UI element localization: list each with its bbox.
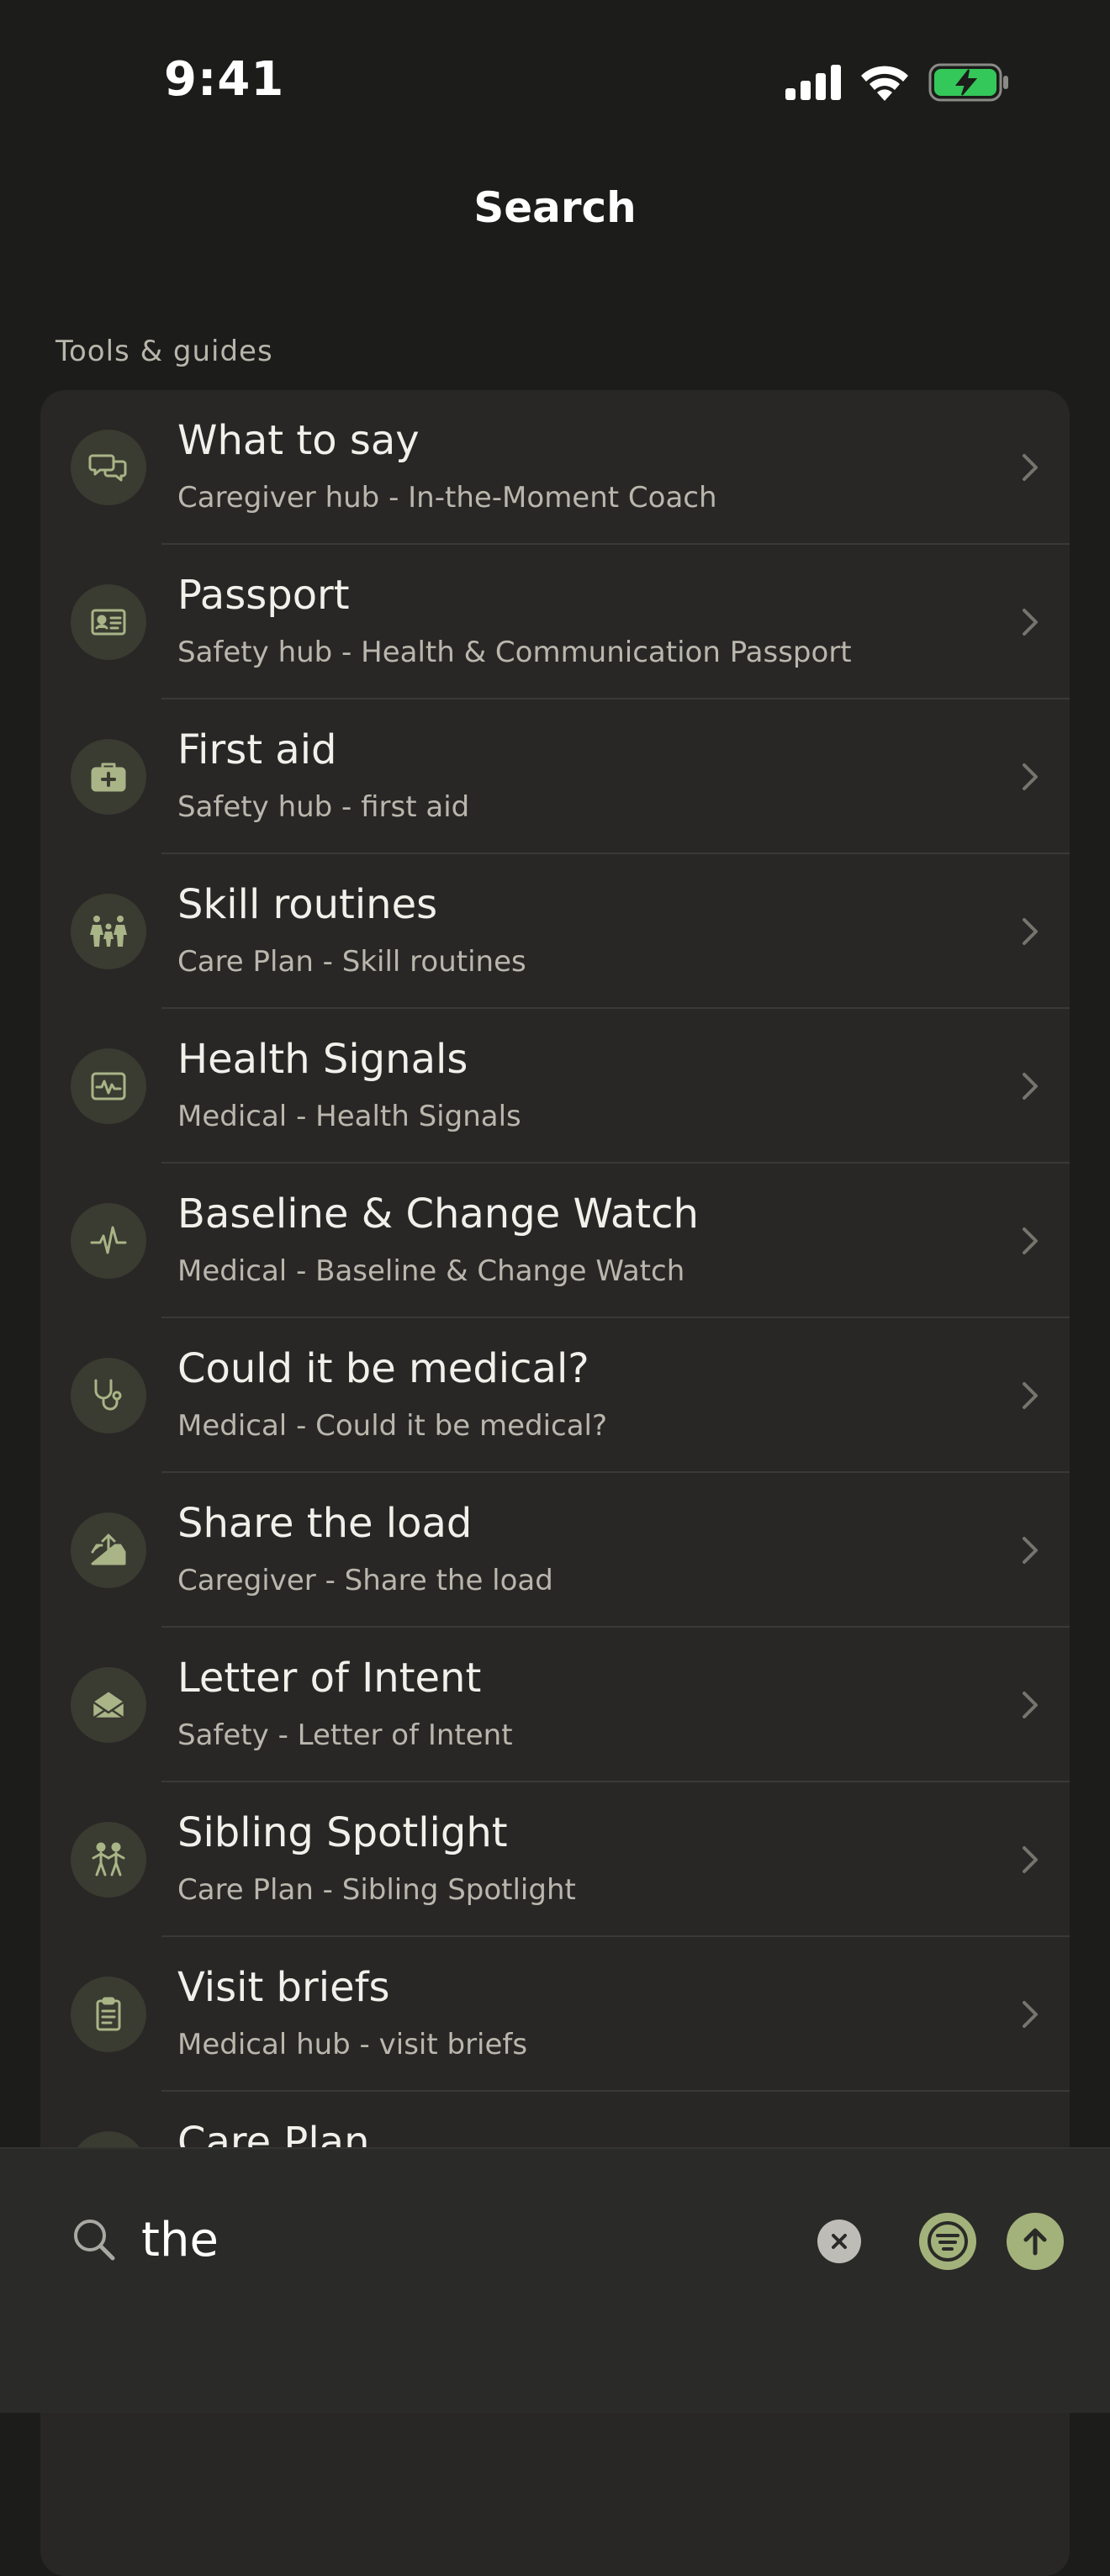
list-item-subtitle: Safety - Letter of Intent xyxy=(177,1718,513,1752)
cellular-signal-icon xyxy=(785,65,841,100)
chevron-right-icon xyxy=(1023,1846,1038,1873)
list-item-subtitle: Medical hub - visit briefs xyxy=(177,2028,528,2061)
clear-button[interactable] xyxy=(817,2220,861,2263)
chevron-right-icon xyxy=(1023,2001,1038,2028)
list-item[interactable]: Letter of Intent Safety - Letter of Inte… xyxy=(40,1628,1070,1782)
chevron-right-icon xyxy=(1023,454,1038,481)
search-input[interactable] xyxy=(141,2206,780,2273)
status-bar: 9:41 xyxy=(0,0,1110,160)
list-item[interactable]: What to say Caregiver hub - In-the-Momen… xyxy=(40,390,1070,545)
chevron-right-icon xyxy=(1023,1227,1038,1254)
chevron-right-icon xyxy=(1023,1073,1038,1100)
list-item-title: Sibling Spotlight xyxy=(177,1809,508,1856)
battery-charging-icon xyxy=(928,63,1008,102)
envelope-open-icon xyxy=(71,1667,146,1743)
stethoscope-icon xyxy=(71,1358,146,1433)
filter-button[interactable] xyxy=(919,2213,976,2270)
list-item[interactable]: Baseline & Change Watch Medical - Baseli… xyxy=(40,1164,1070,1318)
id-card-icon xyxy=(71,584,146,660)
list-item-title: Baseline & Change Watch xyxy=(177,1190,699,1238)
clipboard-icon xyxy=(71,1977,146,2052)
arrow-up-icon xyxy=(1023,2228,1047,2256)
list-item[interactable]: Health Signals Medical - Health Signals xyxy=(40,1009,1070,1164)
status-icons xyxy=(785,59,1009,106)
status-time: 9:41 xyxy=(164,52,285,107)
list-item[interactable]: First aid Safety hub - first aid xyxy=(40,699,1070,854)
search-icon xyxy=(74,2220,115,2261)
chevron-right-icon xyxy=(1023,763,1038,790)
list-item-subtitle: Care Plan - Skill routines xyxy=(177,945,526,979)
list-item[interactable]: Share the load Caregiver - Share the loa… xyxy=(40,1473,1070,1628)
list-item-subtitle: Medical - Health Signals xyxy=(177,1100,521,1133)
wifi-icon xyxy=(861,66,908,101)
list-item-subtitle: Safety hub - Health & Communication Pass… xyxy=(177,636,852,669)
list-item-subtitle: Caregiver - Share the load xyxy=(177,1564,553,1597)
list-item-title: Skill routines xyxy=(177,881,438,928)
chevron-right-icon xyxy=(1023,918,1038,945)
list-item[interactable]: Visit briefs Medical hub - visit briefs xyxy=(40,1937,1070,2092)
list-item[interactable]: Could it be medical? Medical - Could it … xyxy=(40,1318,1070,1473)
list-item-subtitle: Medical - Could it be medical? xyxy=(177,1409,608,1443)
list-item-title: Health Signals xyxy=(177,1036,468,1083)
chat-bubbles-icon xyxy=(71,430,146,505)
tray-upload-icon xyxy=(71,1512,146,1588)
chevron-right-icon xyxy=(1023,1382,1038,1409)
list-item[interactable]: Sibling Spotlight Care Plan - Sibling Sp… xyxy=(40,1782,1070,1937)
page-title: Search xyxy=(473,183,637,232)
first-aid-kit-icon xyxy=(71,739,146,815)
chevron-right-icon xyxy=(1023,1537,1038,1564)
list-item-title: First aid xyxy=(177,726,337,773)
list-item-subtitle: Care Plan - Sibling Spotlight xyxy=(177,1873,576,1907)
vitals-monitor-icon xyxy=(71,1048,146,1124)
list-item-title: What to say xyxy=(177,417,420,464)
list-item-title: Could it be medical? xyxy=(177,1345,589,1392)
list-item[interactable]: Passport Safety hub - Health & Communica… xyxy=(40,545,1070,699)
list-item-subtitle: Medical - Baseline & Change Watch xyxy=(177,1254,685,1288)
list-item-subtitle: Safety hub - first aid xyxy=(177,790,470,824)
section-header: Tools & guides xyxy=(56,335,273,368)
close-icon xyxy=(832,2234,847,2249)
list-item-subtitle: Caregiver hub - In-the-Moment Coach xyxy=(177,481,717,515)
chevron-right-icon xyxy=(1023,1692,1038,1718)
submit-button[interactable] xyxy=(1007,2213,1064,2270)
chevron-right-icon xyxy=(1023,609,1038,636)
filter-icon xyxy=(928,2221,968,2262)
list-item-title: Passport xyxy=(177,572,350,619)
siblings-icon xyxy=(71,1822,146,1898)
list-item-title: Share the load xyxy=(177,1500,473,1547)
family-icon xyxy=(71,894,146,969)
pulse-icon xyxy=(71,1203,146,1279)
list-item[interactable]: Skill routines Care Plan - Skill routine… xyxy=(40,854,1070,1009)
list-item-title: Letter of Intent xyxy=(177,1655,482,1702)
search-bar xyxy=(0,2147,1110,2413)
list-item-title: Visit briefs xyxy=(177,1964,390,2011)
